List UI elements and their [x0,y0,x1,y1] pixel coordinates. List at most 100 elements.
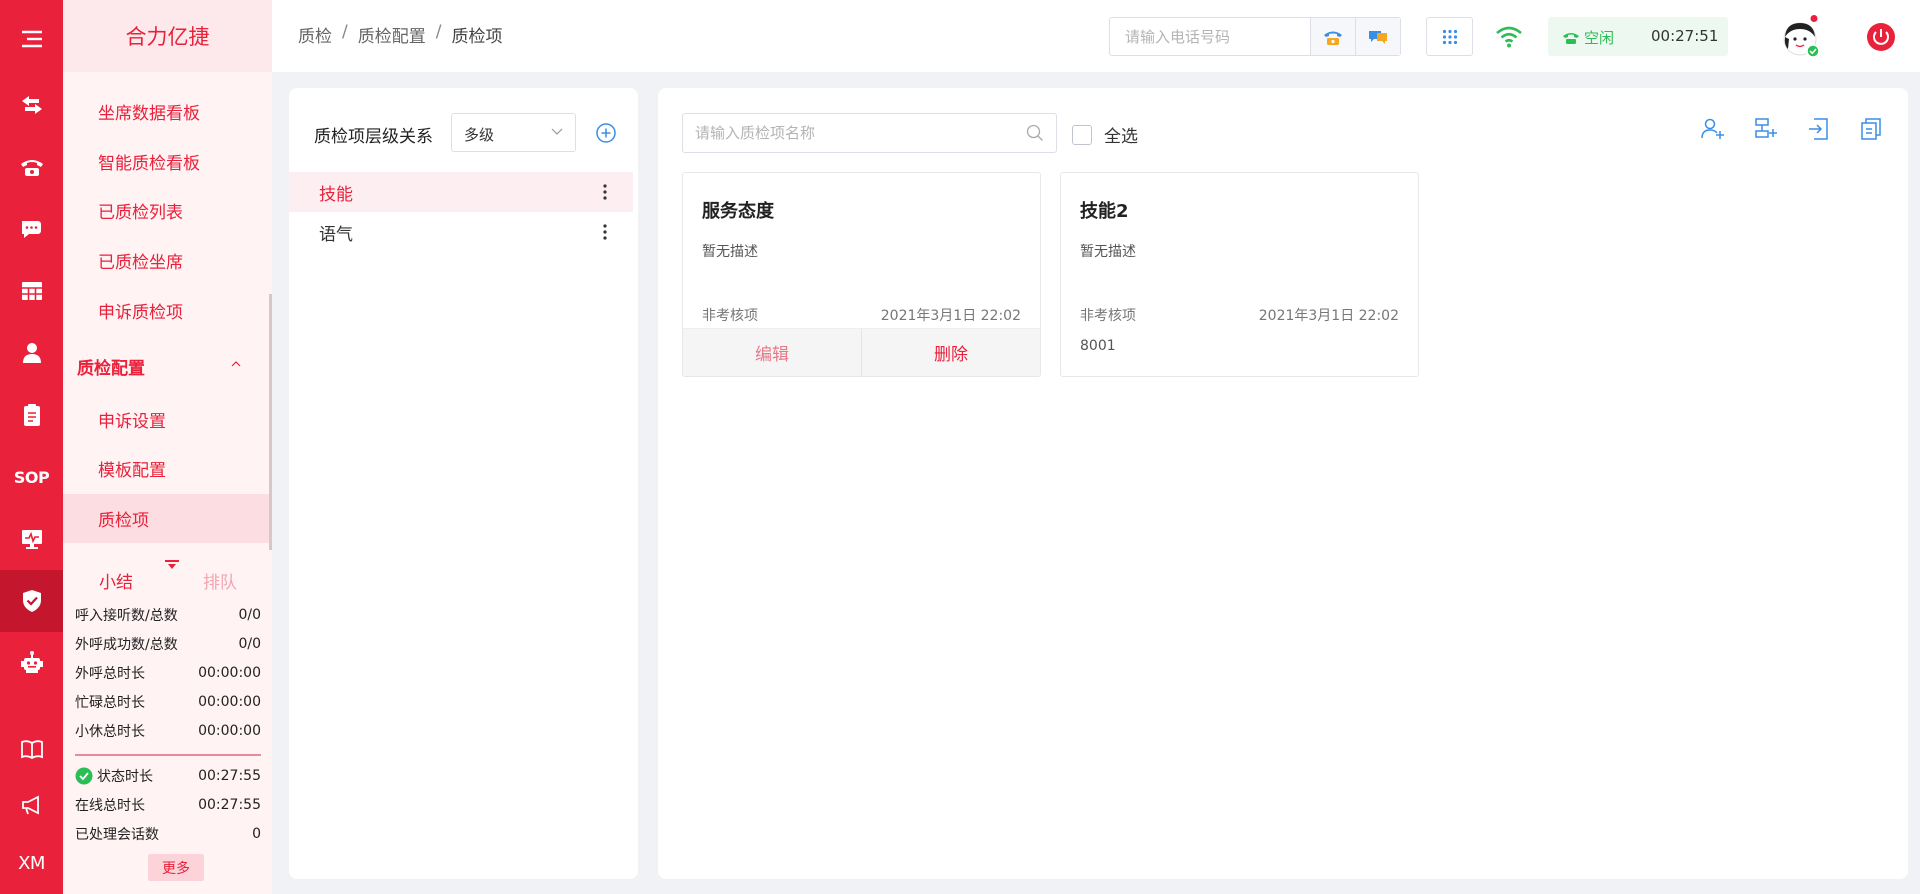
book-icon[interactable] [0,718,63,780]
idle-phone-icon [1563,32,1579,44]
sop-icon[interactable]: SOP [0,446,63,508]
menu-icon[interactable] [0,8,63,70]
qc-search-box [682,113,1057,153]
tab-summary[interactable]: 小结 [99,568,133,593]
dial-phone-icon [1324,31,1342,45]
menu-item-agent-dashboard[interactable]: 坐席数据看板 [63,87,269,136]
stat-row: 在线总时长 00:27:55 [75,796,261,814]
menu-item-smart-qc-dashboard[interactable]: 智能质检看板 [63,137,269,186]
tree-item-label: 语气 [319,224,353,245]
edit-button[interactable]: 编辑 [683,329,862,376]
qc-item-card[interactable]: 技能2 暂无描述 非考核项 2021年3月1日 22:02 8001 [1060,172,1419,377]
qc-hierarchy-panel: 质检项层级关系 多级 技能 语气 [289,88,638,879]
stats-divider [75,754,261,756]
add-user-icon[interactable] [1700,116,1726,142]
stat-row: 外呼总时长 00:00:00 [75,664,261,682]
card-description: 暂无描述 [702,244,758,260]
copy-icon[interactable] [1858,116,1884,142]
user-icon[interactable] [0,322,63,384]
stat-row: 状态时长 00:27:55 [75,761,261,790]
card-type: 非考核项 [702,308,758,324]
top-header: 质检 / 质检配置 / 质检项 空闲 00:27:51 [272,0,1920,72]
apps-grid-icon [1442,29,1457,44]
stat-row: 外呼成功数/总数 0/0 [75,635,261,653]
phone-icon[interactable] [0,136,63,198]
monitor-icon[interactable] [0,508,63,570]
hierarchy-level-value: 多级 [464,126,495,144]
add-category-icon[interactable] [595,122,617,144]
brand-title: 合力亿捷 [63,0,272,72]
dial-button[interactable] [1310,18,1355,55]
select-all-checkbox[interactable] [1072,124,1092,145]
breadcrumb: 质检 / 质检配置 / 质检项 [298,22,502,47]
stat-row: 忙碌总时长 00:00:00 [75,693,261,711]
quality-check-icon[interactable] [0,570,63,632]
session-timer: 00:27:51 [1651,27,1719,45]
collapse-handle-icon[interactable] [165,560,179,570]
phone-number-input[interactable] [1110,18,1310,55]
agent-avatar[interactable] [1780,15,1824,59]
message-button[interactable] [1355,18,1400,55]
qc-item-card[interactable]: 服务态度 暂无描述 非考核项 2021年3月1日 22:02 编辑 删除 [682,172,1041,377]
card-type: 非考核项 [1080,308,1136,324]
tree-item-label: 技能 [319,184,353,205]
hierarchy-level-select[interactable]: 多级 [451,113,576,152]
menu-group-label: 质检配置 [77,358,145,379]
add-hierarchy-icon[interactable] [1753,116,1779,142]
select-all[interactable]: 全选 [1072,122,1138,147]
breadcrumb-item[interactable]: 质检 [298,22,332,47]
qc-item-search-input[interactable] [683,114,1003,152]
phone-dial-box [1109,17,1401,56]
more-options-icon[interactable] [603,184,607,200]
menu-item-qc-items[interactable]: 质检项 [63,494,269,543]
stat-row: 已处理会话数 0 [75,825,261,843]
tab-queue[interactable]: 排队 [203,568,237,593]
search-icon[interactable] [1026,124,1044,142]
xm-icon[interactable]: XM [0,832,63,894]
chevron-down-icon [551,128,563,135]
card-date: 2021年3月1日 22:02 [1258,308,1399,324]
breadcrumb-item[interactable]: 质检配置 [358,22,426,47]
agent-status[interactable]: 空闲 00:27:51 [1548,17,1728,56]
more-button[interactable]: 更多 [148,854,204,881]
card-description: 暂无描述 [1080,244,1136,260]
stats-tabs: 小结 排队 [63,560,272,600]
breadcrumb-current: 质检项 [451,27,503,47]
tree-item-skill[interactable]: 技能 [289,172,633,212]
card-code: 8001 [1080,338,1116,354]
menu-item-template-config[interactable]: 模板配置 [63,444,269,493]
power-logout-icon[interactable] [1866,22,1896,52]
card-title: 服务态度 [702,201,774,222]
clipboard-icon[interactable] [0,384,63,446]
stat-row: 小休总时长 00:00:00 [75,722,261,740]
qc-items-panel: 全选 服务态度 暂无描述 非考核项 2021年3月1日 22:02 编辑 删除 … [658,88,1908,879]
stat-row: 呼入接听数/总数 0/0 [75,606,261,624]
table-icon[interactable] [0,260,63,322]
tree-item-tone[interactable]: 语气 [289,212,633,252]
chevron-up-icon [231,361,241,367]
chat-icon[interactable] [0,198,63,260]
robot-icon[interactable] [0,632,63,694]
breadcrumb-separator: / [342,22,348,42]
apps-grid-button[interactable] [1426,17,1473,56]
submenu-scrollbar[interactable] [269,294,272,550]
select-all-label: 全选 [1104,127,1138,147]
message-icon [1369,30,1387,44]
menu-item-appeal-settings[interactable]: 申诉设置 [63,395,269,444]
agent-status-label: 空闲 [1584,29,1615,47]
transfer-icon[interactable] [0,74,63,136]
card-actions: 编辑 删除 [683,328,1040,376]
menu-item-qc-agents[interactable]: 已质检坐席 [63,236,269,285]
more-options-icon[interactable] [603,224,607,240]
announcement-icon[interactable] [0,774,63,836]
menu-item-appeal-items[interactable]: 申诉质检项 [63,286,269,335]
delete-button[interactable]: 删除 [862,329,1040,376]
wifi-signal-icon [1496,26,1522,48]
breadcrumb-separator: / [435,22,442,42]
hierarchy-title: 质检项层级关系 [314,127,433,147]
icon-rail: SOP XM [0,0,63,894]
status-ok-icon [75,767,93,784]
menu-item-qc-list[interactable]: 已质检列表 [63,186,269,235]
menu-group-qc-config[interactable]: 质检配置 [63,341,269,391]
import-icon[interactable] [1806,116,1832,142]
